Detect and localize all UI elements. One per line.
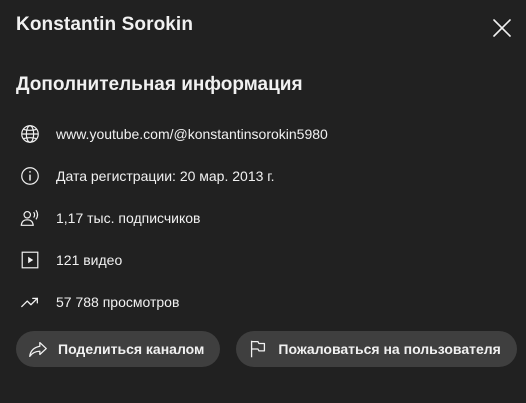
close-button[interactable] [488, 14, 516, 42]
info-row-joined: Дата регистрации: 20 мар. 2013 г. [16, 155, 496, 197]
share-channel-label: Поделиться каналом [58, 341, 205, 357]
channel-name-title: Konstantin Sorokin [16, 14, 194, 35]
globe-icon [16, 120, 44, 148]
video-icon [16, 246, 44, 274]
info-icon [16, 162, 44, 190]
action-buttons: Поделиться каналом Пожаловаться на польз… [16, 331, 517, 367]
section-title: Дополнительная информация [16, 74, 303, 95]
videos-count-text: 121 видео [56, 252, 123, 268]
flag-icon [246, 337, 270, 361]
info-list: www.youtube.com/@konstantinsorokin5980 Д… [16, 113, 496, 323]
info-row-subscribers: 1,17 тыс. подписчиков [16, 197, 496, 239]
subscribers-icon [16, 204, 44, 232]
info-row-videos: 121 видео [16, 239, 496, 281]
joined-date-text: Дата регистрации: 20 мар. 2013 г. [56, 168, 275, 184]
views-count-text: 57 788 просмотров [56, 294, 180, 310]
report-user-label: Пожаловаться на пользователя [278, 341, 501, 357]
channel-url-link[interactable]: www.youtube.com/@konstantinsorokin5980 [56, 126, 328, 142]
about-channel-dialog: Konstantin Sorokin Дополнительная информ… [0, 0, 526, 403]
share-channel-button[interactable]: Поделиться каналом [16, 331, 221, 367]
info-row-link: www.youtube.com/@konstantinsorokin5980 [16, 113, 496, 155]
info-row-views: 57 788 просмотров [16, 281, 496, 323]
close-icon [491, 17, 513, 39]
share-icon [26, 337, 50, 361]
report-user-button[interactable]: Пожаловаться на пользователя [236, 331, 517, 367]
subscribers-count-text: 1,17 тыс. подписчиков [56, 210, 201, 226]
trending-icon [16, 288, 44, 316]
